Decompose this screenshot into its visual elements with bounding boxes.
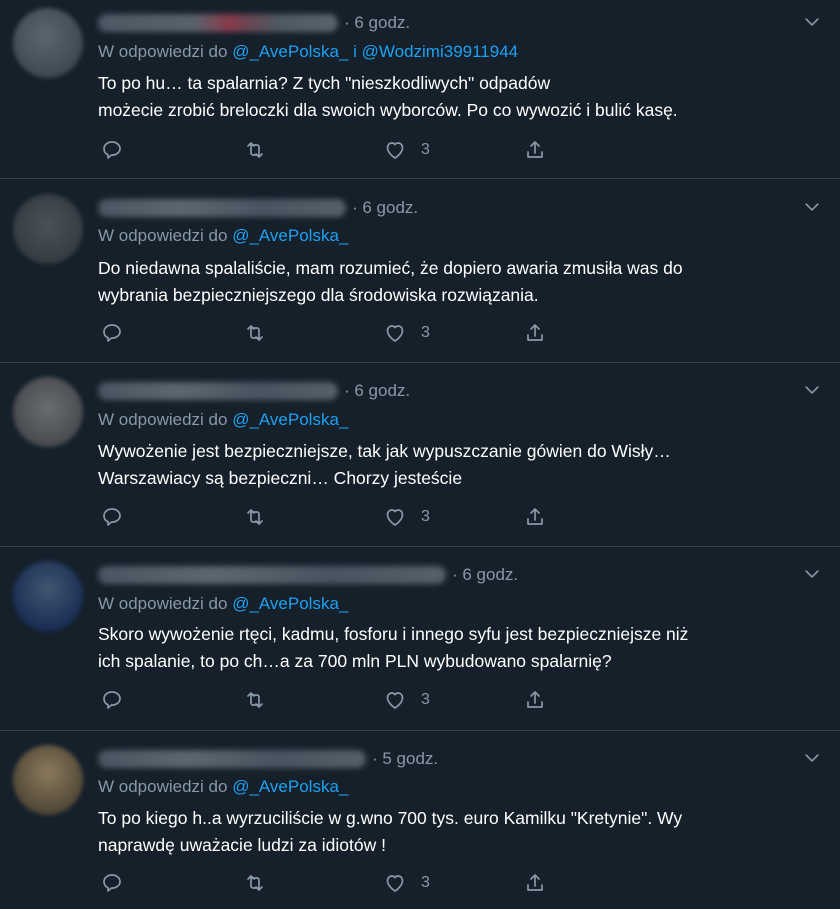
reply-to-line: W odpowiedzi do @_AvePolska_ — [98, 777, 348, 797]
like-button[interactable]: 3 — [383, 871, 430, 895]
avatar[interactable] — [13, 377, 83, 447]
like-count: 3 — [421, 691, 430, 708]
share-icon — [527, 141, 543, 158]
reply-to-line: W odpowiedzi do @_AvePolska_ — [98, 410, 348, 430]
tweet-text: To po kiego h..a wyrzuciliście w g.wno 7… — [98, 808, 683, 855]
avatar[interactable] — [13, 561, 83, 631]
tweet[interactable]: · 5 godz. W odpowiedzi do @_AvePolska_ T… — [0, 731, 840, 909]
reply-icon — [103, 508, 121, 526]
avatar[interactable] — [13, 745, 83, 815]
reply-prefix: W odpowiedzi do — [98, 226, 233, 245]
reply-button[interactable] — [100, 321, 124, 345]
reply-button[interactable] — [100, 688, 124, 712]
tweet-time[interactable]: · 6 godz. — [344, 13, 410, 33]
share-button[interactable] — [523, 688, 547, 712]
retweet-button[interactable] — [243, 688, 267, 712]
share-icon — [527, 874, 543, 891]
like-count: 3 — [421, 508, 430, 525]
reply-prefix: W odpowiedzi do — [98, 410, 233, 429]
tweet-time[interactable]: · 6 godz. — [344, 381, 410, 401]
share-button[interactable] — [523, 871, 547, 895]
share-icon — [527, 691, 543, 708]
mention-conjunction[interactable]: i — [353, 42, 357, 61]
reply-icon — [103, 141, 121, 159]
like-button[interactable]: 3 — [383, 688, 430, 712]
mention-link[interactable]: @_AvePolska_ — [232, 594, 348, 613]
like-button[interactable]: 3 — [383, 138, 430, 162]
heart-icon — [386, 142, 404, 159]
author-name[interactable] — [98, 14, 338, 32]
heart-icon — [386, 692, 404, 709]
reply-to-line: W odpowiedzi do @_AvePolska_ — [98, 226, 348, 246]
retweet-icon — [247, 692, 263, 708]
tweet[interactable]: · 6 godz. W odpowiedzi do @_AvePolska_ D… — [0, 179, 840, 363]
reply-button[interactable] — [100, 138, 124, 162]
tweet-time[interactable]: · 5 godz. — [372, 749, 438, 769]
retweet-button[interactable] — [243, 138, 267, 162]
retweet-button[interactable] — [243, 871, 267, 895]
heart-icon — [386, 875, 404, 892]
author-name[interactable] — [98, 199, 346, 217]
chevron-down-icon[interactable] — [802, 12, 822, 32]
like-count: 3 — [421, 324, 430, 341]
like-count: 3 — [421, 141, 430, 158]
share-icon — [527, 508, 543, 525]
tweet-time[interactable]: · 6 godz. — [452, 565, 518, 585]
chevron-down-icon[interactable] — [802, 564, 822, 584]
tweet-text: Do niedawna spalaliście, mam rozumieć, ż… — [98, 258, 683, 305]
heart-icon — [386, 325, 404, 342]
chevron-down-icon[interactable] — [802, 197, 822, 217]
mention-link[interactable]: @_AvePolska_ — [232, 777, 348, 796]
author-name[interactable] — [98, 750, 366, 768]
retweet-icon — [247, 875, 263, 891]
tweet[interactable]: · 6 godz. W odpowiedzi do @_AvePolska_ S… — [0, 547, 840, 731]
like-count: 3 — [421, 874, 430, 891]
retweet-icon — [247, 142, 263, 158]
avatar[interactable] — [13, 8, 83, 78]
reply-feed: · 6 godz. W odpowiedzi do @_AvePolska_ i… — [0, 0, 840, 909]
tweet[interactable]: · 6 godz. W odpowiedzi do @_AvePolska_ i… — [0, 0, 840, 179]
tweet-header: · 6 godz. — [98, 197, 418, 219]
tweet[interactable]: · 6 godz. W odpowiedzi do @_AvePolska_ W… — [0, 363, 840, 547]
like-button[interactable]: 3 — [383, 505, 430, 529]
tweet-header: · 6 godz. — [98, 12, 410, 34]
reply-prefix: W odpowiedzi do — [98, 777, 233, 796]
reply-icon — [103, 324, 121, 342]
retweet-button[interactable] — [243, 321, 267, 345]
reply-to-line: W odpowiedzi do @_AvePolska_ — [98, 594, 348, 614]
retweet-icon — [247, 509, 263, 525]
reply-button[interactable] — [100, 871, 124, 895]
chevron-down-icon[interactable] — [802, 380, 822, 400]
reply-icon — [103, 874, 121, 892]
tweet-text: Wywożenie jest bezpieczniejsze, tak jak … — [98, 441, 671, 488]
reply-to-line: W odpowiedzi do @_AvePolska_ i @Wodzimi3… — [98, 42, 518, 62]
heart-icon — [386, 509, 404, 526]
chevron-down-icon[interactable] — [802, 748, 822, 768]
tweet-header: · 6 godz. — [98, 564, 518, 586]
share-icon — [527, 324, 543, 341]
mention-link[interactable]: @_AvePolska_ — [232, 410, 348, 429]
share-button[interactable] — [523, 138, 547, 162]
reply-button[interactable] — [100, 505, 124, 529]
author-name[interactable] — [98, 566, 446, 584]
reply-icon — [103, 691, 121, 709]
tweet-text: Skoro wywożenie rtęci, kadmu, fosforu i … — [98, 624, 689, 671]
like-button[interactable]: 3 — [383, 321, 430, 345]
share-button[interactable] — [523, 505, 547, 529]
share-button[interactable] — [523, 321, 547, 345]
mention-link[interactable]: @_AvePolska_ — [232, 42, 348, 61]
tweet-text: To po hu… ta spalarnia? Z tych "nieszkod… — [98, 73, 678, 120]
avatar[interactable] — [13, 194, 83, 264]
tweet-header: · 5 godz. — [98, 748, 438, 770]
tweet-header: · 6 godz. — [98, 380, 410, 402]
author-name[interactable] — [98, 382, 338, 400]
retweet-icon — [247, 325, 263, 341]
reply-prefix: W odpowiedzi do — [98, 42, 233, 61]
mention-link[interactable]: @Wodzimi39911944 — [362, 42, 519, 61]
tweet-time[interactable]: · 6 godz. — [352, 198, 418, 218]
retweet-button[interactable] — [243, 505, 267, 529]
reply-prefix: W odpowiedzi do — [98, 594, 233, 613]
mention-link[interactable]: @_AvePolska_ — [232, 226, 348, 245]
